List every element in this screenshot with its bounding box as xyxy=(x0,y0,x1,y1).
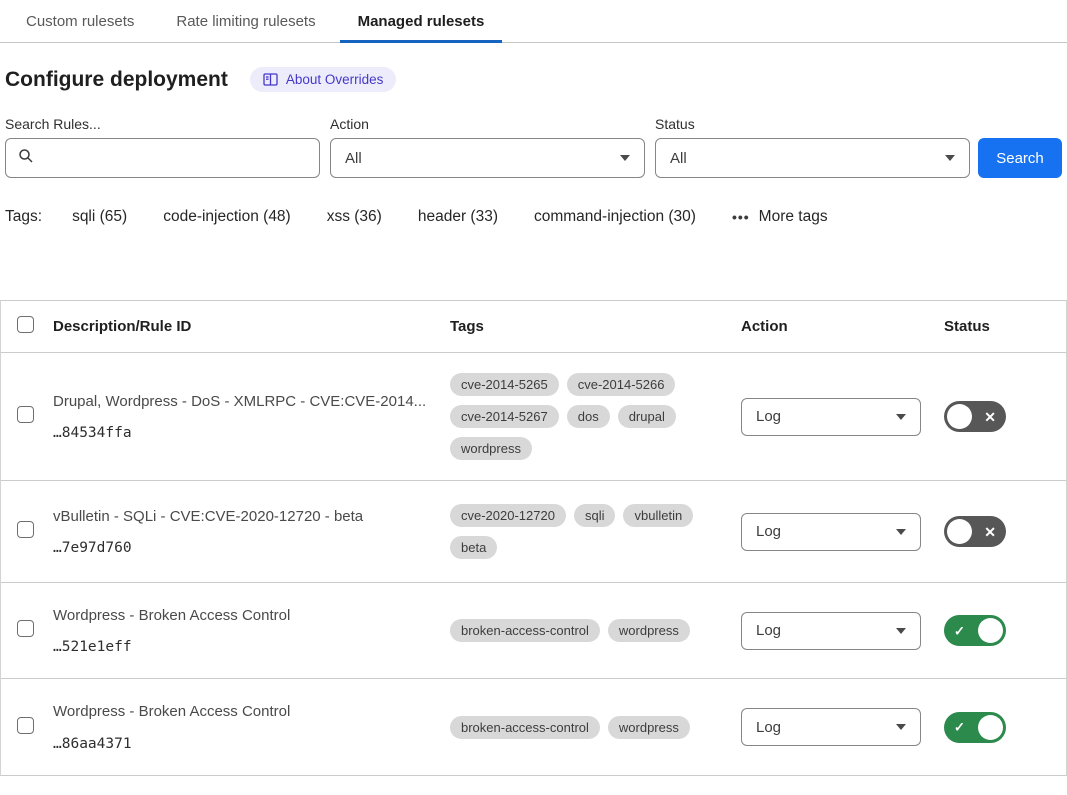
tag-pill: cve-2014-5267 xyxy=(450,405,559,428)
chevron-down-icon xyxy=(896,529,906,535)
search-button[interactable]: Search xyxy=(978,138,1062,178)
heading-row: Configure deployment About Overrides xyxy=(5,67,1062,92)
book-icon xyxy=(263,73,278,86)
status-filter-label: Status xyxy=(655,116,970,132)
tag-filter-header[interactable]: header (33) xyxy=(418,208,498,226)
rule-action-value: Log xyxy=(756,408,781,425)
tag-pill: dos xyxy=(567,405,610,428)
tab-custom-rulesets[interactable]: Custom rulesets xyxy=(8,0,152,42)
tag-pill: vbulletin xyxy=(623,504,693,527)
table-row: Wordpress - Broken Access Control …521e1… xyxy=(1,582,1066,678)
search-icon xyxy=(18,148,34,168)
page-title: Configure deployment xyxy=(5,68,228,92)
rule-title: Wordpress - Broken Access Control xyxy=(53,606,430,626)
rule-status-toggle[interactable]: ✕ ✓ xyxy=(944,401,1006,432)
tag-pill: wordpress xyxy=(608,619,690,642)
tag-pill: sqli xyxy=(574,504,616,527)
more-tags-button[interactable]: ••• More tags xyxy=(732,208,828,226)
toggle-knob xyxy=(947,404,972,429)
toggle-knob xyxy=(947,519,972,544)
tag-pill: wordpress xyxy=(450,437,532,460)
filter-row: Search Rules... Action All Status xyxy=(5,116,1062,178)
rule-title: Wordpress - Broken Access Control xyxy=(53,702,430,722)
search-rules-box xyxy=(5,138,320,178)
column-header-description: Description/Rule ID xyxy=(53,318,450,335)
rule-action-select[interactable]: Log xyxy=(741,398,921,436)
rule-tags: broken-access-control wordpress xyxy=(450,619,741,642)
about-overrides-label: About Overrides xyxy=(286,72,384,87)
tag-pill: broken-access-control xyxy=(450,716,600,739)
tag-pill: wordpress xyxy=(608,716,690,739)
about-overrides-badge[interactable]: About Overrides xyxy=(250,67,397,92)
rule-action-value: Log xyxy=(756,622,781,639)
rules-table: Description/Rule ID Tags Action Status D… xyxy=(0,300,1067,776)
tag-pill: cve-2020-12720 xyxy=(450,504,566,527)
status-filter-value: All xyxy=(670,150,687,167)
rule-tags: cve-2020-12720 sqli vbulletin beta xyxy=(450,504,741,559)
status-filter-select[interactable]: All xyxy=(655,138,970,178)
chevron-down-icon xyxy=(896,628,906,634)
rule-action-select[interactable]: Log xyxy=(741,708,921,746)
rule-tags: broken-access-control wordpress xyxy=(450,716,741,739)
more-tags-label: More tags xyxy=(759,208,828,226)
chevron-down-icon xyxy=(945,155,955,161)
rule-tags: cve-2014-5265 cve-2014-5266 cve-2014-526… xyxy=(450,373,741,460)
rule-title: vBulletin - SQLi - CVE:CVE-2020-12720 - … xyxy=(53,507,430,527)
ellipsis-icon: ••• xyxy=(732,209,750,225)
rule-id: …86aa4371 xyxy=(53,736,430,752)
tags-bar: Tags: sqli (65) code-injection (48) xss … xyxy=(5,208,1062,226)
rule-id: …7e97d760 xyxy=(53,540,430,556)
select-all-checkbox[interactable] xyxy=(17,316,34,333)
table-row: vBulletin - SQLi - CVE:CVE-2020-12720 - … xyxy=(1,480,1066,582)
search-rules-input[interactable] xyxy=(34,139,319,177)
toggle-knob xyxy=(978,618,1003,643)
row-checkbox[interactable] xyxy=(17,620,34,637)
row-checkbox[interactable] xyxy=(17,717,34,734)
tag-pill: broken-access-control xyxy=(450,619,600,642)
rule-id: …84534ffa xyxy=(53,425,430,441)
row-checkbox[interactable] xyxy=(17,406,34,423)
tag-pill: cve-2014-5266 xyxy=(567,373,676,396)
action-filter-value: All xyxy=(345,150,362,167)
rule-action-select[interactable]: Log xyxy=(741,612,921,650)
x-icon: ✕ xyxy=(984,410,996,424)
rule-action-value: Log xyxy=(756,523,781,540)
tag-filter-command-injection[interactable]: command-injection (30) xyxy=(534,208,696,226)
toggle-knob xyxy=(978,715,1003,740)
tag-pill: drupal xyxy=(618,405,676,428)
column-header-status: Status xyxy=(944,318,1066,335)
rule-action-select[interactable]: Log xyxy=(741,513,921,551)
rule-status-toggle[interactable]: ✕ ✓ xyxy=(944,516,1006,547)
tag-filter-sqli[interactable]: sqli (65) xyxy=(72,208,127,226)
search-rules-label: Search Rules... xyxy=(5,116,320,132)
rule-status-toggle[interactable]: ✕ ✓ xyxy=(944,615,1006,646)
ruleset-tabbar: Custom rulesets Rate limiting rulesets M… xyxy=(0,0,1067,43)
check-icon: ✓ xyxy=(954,721,965,734)
action-filter-select[interactable]: All xyxy=(330,138,645,178)
rule-title: Drupal, Wordpress - DoS - XMLRPC - CVE:C… xyxy=(53,392,430,412)
tab-managed-rulesets[interactable]: Managed rulesets xyxy=(340,0,503,42)
tag-pill: cve-2014-5265 xyxy=(450,373,559,396)
table-row: Wordpress - Broken Access Control …86aa4… xyxy=(1,678,1066,775)
row-checkbox[interactable] xyxy=(17,521,34,538)
table-row: Drupal, Wordpress - DoS - XMLRPC - CVE:C… xyxy=(1,352,1066,480)
chevron-down-icon xyxy=(896,724,906,730)
rule-action-value: Log xyxy=(756,719,781,736)
check-icon: ✓ xyxy=(954,624,965,637)
chevron-down-icon xyxy=(620,155,630,161)
column-header-action: Action xyxy=(741,318,944,335)
x-icon: ✕ xyxy=(984,525,996,539)
column-header-tags: Tags xyxy=(450,318,741,335)
chevron-down-icon xyxy=(896,414,906,420)
action-filter-label: Action xyxy=(330,116,645,132)
rule-id: …521e1eff xyxy=(53,639,430,655)
tags-bar-label: Tags: xyxy=(5,208,42,226)
tag-filter-xss[interactable]: xss (36) xyxy=(327,208,382,226)
tag-pill: beta xyxy=(450,536,497,559)
rule-status-toggle[interactable]: ✕ ✓ xyxy=(944,712,1006,743)
tag-filter-code-injection[interactable]: code-injection (48) xyxy=(163,208,291,226)
table-header-row: Description/Rule ID Tags Action Status xyxy=(1,301,1066,352)
tab-rate-limiting-rulesets[interactable]: Rate limiting rulesets xyxy=(158,0,333,42)
